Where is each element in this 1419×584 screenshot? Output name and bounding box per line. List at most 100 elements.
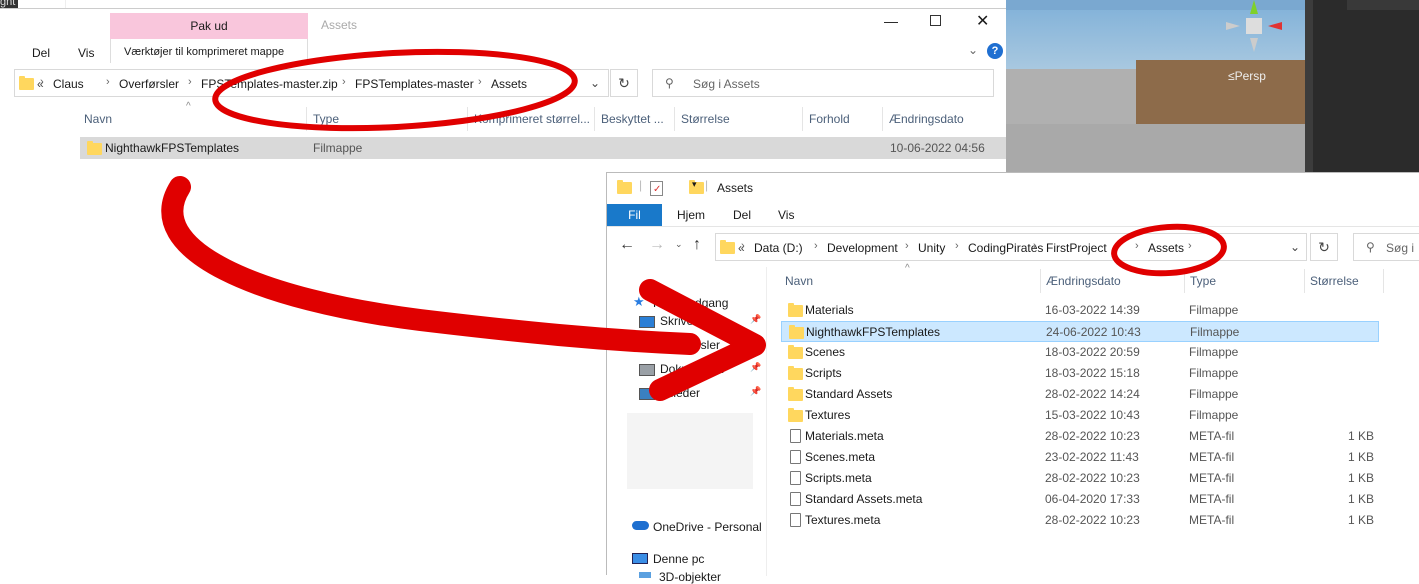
column-header[interactable]: Beskyttet ...	[601, 112, 664, 126]
table-row[interactable]: Materials.meta 28-02-2022 10:23 META-fil 1 …	[781, 426, 1379, 447]
breadcrumb-item[interactable]: Data (D:)	[754, 241, 803, 255]
minimize-button[interactable]: —	[884, 13, 898, 29]
column-header[interactable]: Navn	[785, 274, 813, 288]
nav-quick-access[interactable]: Hurtig adgang	[653, 296, 728, 310]
chevron-right-icon: ›	[1135, 240, 1139, 252]
chevron-down-icon[interactable]: ⌄	[968, 43, 978, 57]
persp-label[interactable]: ≤Persp	[1228, 69, 1266, 83]
file-type: Filmappe	[1189, 345, 1239, 359]
address-bar[interactable]: « Data (D:) › Development › Unity › CodingPira…	[715, 233, 1307, 261]
close-button[interactable]: ✕	[976, 11, 989, 31]
file-name: NighthawkFPSTemplates	[806, 325, 941, 339]
up-arrow-icon[interactable]: ↑	[693, 236, 701, 254]
nav-item[interactable]: Overførsler	[660, 338, 720, 352]
tab-hjem[interactable]: Hjem	[677, 208, 705, 222]
table-row[interactable]: Scenes 18-03-2022 20:59 Filmappe	[781, 342, 1379, 363]
chevron-right-icon: ›	[905, 240, 909, 252]
maximize-button[interactable]	[930, 15, 941, 26]
nav-this-pc[interactable]: Denne pc	[653, 552, 704, 566]
window-title: Assets	[321, 18, 358, 32]
tab-vis[interactable]: Vis	[778, 208, 794, 222]
table-row[interactable]: Materials 16-03-2022 14:39 Filmappe	[781, 300, 1379, 321]
column-header[interactable]: Navn	[84, 112, 112, 126]
window-title: Assets	[717, 181, 754, 195]
chevron-down-icon[interactable]: ⌄	[1290, 240, 1300, 254]
refresh-button[interactable]: ↻	[1310, 233, 1338, 261]
chevron-right-icon: ›	[342, 76, 346, 88]
quick-access-dropdown-icon[interactable]: ▾	[692, 179, 697, 190]
table-row[interactable]: Standard Assets 28-02-2022 14:24 Filmappe	[781, 384, 1379, 405]
chevron-down-icon[interactable]: ⌄	[590, 76, 600, 90]
extract-tab[interactable]: Pak ud	[110, 13, 308, 39]
search-input[interactable]: ⚲ Søg i Assets	[652, 69, 994, 97]
nav-3d-objects[interactable]: 3D-objekter	[659, 570, 721, 584]
ribbon-tool-label[interactable]: Værktøjer til komprimeret mappe	[124, 46, 284, 58]
menu-vis[interactable]: Vis	[78, 46, 94, 60]
file-type: Filmappe	[1189, 387, 1239, 401]
file-size: 1 KB	[1347, 492, 1374, 506]
location-icon	[639, 316, 655, 328]
breadcrumb-item[interactable]: Overførsler	[119, 77, 179, 91]
tab-del[interactable]: Del	[733, 208, 751, 222]
column-header[interactable]: Forhold	[809, 112, 850, 126]
scene-gizmo[interactable]	[1224, 0, 1284, 52]
breadcrumb-item[interactable]: FirstProject	[1046, 241, 1107, 255]
column-header[interactable]: Størrelse	[1310, 274, 1359, 288]
column-header[interactable]: Størrelse	[681, 112, 730, 126]
file-icon	[790, 450, 801, 464]
table-row[interactable]: Textures.meta 28-02-2022 10:23 META-fil 1 K…	[781, 510, 1379, 531]
unity-dark-panel	[1305, 0, 1419, 172]
table-row[interactable]: NighthawkFPSTemplates 24-06-2022 10:43 Fil…	[781, 321, 1379, 342]
chevron-right-icon: ›	[814, 240, 818, 252]
file-size: 1 KB	[1347, 471, 1374, 485]
unity-scene-view[interactable]: ≤Persp	[1006, 0, 1305, 172]
file-name: Textures	[805, 408, 851, 422]
address-bar[interactable]: « Claus › Overførsler › FPSTemplates-master.…	[14, 69, 609, 97]
menu-del[interactable]: Del	[32, 46, 50, 60]
help-icon[interactable]: ?	[987, 43, 1003, 59]
column-header[interactable]: Komprimeret størrel...	[474, 112, 590, 126]
back-arrow-icon[interactable]: ←	[619, 236, 635, 254]
location-icon	[639, 340, 655, 352]
file-icon	[790, 471, 801, 485]
navigation-pane: ★ Hurtig adgang Skrivebord 📌 Overførsler 📌 D…	[607, 267, 767, 584]
file-date: 28-02-2022 10:23	[1045, 471, 1140, 485]
table-row[interactable]: Scenes.meta 23-02-2022 11:43 META-fil 1 KB	[781, 447, 1379, 468]
breadcrumb-item[interactable]: FPSTemplates-master	[355, 77, 474, 91]
breadcrumb-item[interactable]: Claus	[53, 77, 84, 91]
properties-icon[interactable]: ✓	[650, 181, 663, 196]
breadcrumb-item[interactable]: Development	[827, 241, 898, 255]
table-row[interactable]: Scripts 18-03-2022 15:18 Filmappe	[781, 363, 1379, 384]
column-header[interactable]: Ændringsdato	[889, 112, 964, 126]
chevron-right-icon: ›	[1188, 240, 1192, 252]
folder-icon	[720, 240, 735, 254]
forward-arrow-icon[interactable]: →	[649, 236, 665, 254]
table-row[interactable]: Standard Assets.meta 06-04-2020 17:33 META…	[781, 489, 1379, 510]
column-header[interactable]: Ændringsdato	[1046, 274, 1121, 288]
star-icon: ★	[633, 294, 645, 309]
recent-dropdown-icon[interactable]: ⌄	[675, 239, 683, 250]
file-date: 28-02-2022 14:24	[1045, 387, 1140, 401]
file-name: Scenes	[805, 345, 846, 359]
chevron-right-icon: ›	[188, 76, 192, 88]
table-row[interactable]: NighthawkFPSTemplates Filmappe 10-06-202…	[80, 137, 1006, 159]
breadcrumb-item[interactable]: Unity	[918, 241, 945, 255]
nav-item[interactable]: Billeder	[660, 386, 700, 400]
file-type: META-fil	[1189, 513, 1235, 527]
table-row[interactable]: Scripts.meta 28-02-2022 10:23 META-fil 1 KB	[781, 468, 1379, 489]
search-input[interactable]: ⚲ Søg i	[1353, 233, 1419, 261]
file-icon	[790, 492, 801, 506]
breadcrumb-item[interactable]: Assets	[1148, 241, 1184, 255]
nav-item[interactable]: Skrivebord	[660, 314, 717, 328]
breadcrumb-item[interactable]: Assets	[491, 77, 527, 91]
nav-onedrive[interactable]: OneDrive - Personal	[653, 520, 762, 534]
breadcrumb-item[interactable]: FPSTemplates-master.zip	[201, 77, 338, 91]
column-header[interactable]: Type	[1190, 274, 1216, 288]
table-row[interactable]: Textures 15-03-2022 10:43 Filmappe	[781, 405, 1379, 426]
pin-icon: 📌	[750, 386, 762, 396]
refresh-button[interactable]: ↻	[610, 69, 638, 97]
folder-icon	[788, 387, 803, 401]
nav-item[interactable]: Dokumenter	[660, 362, 725, 376]
tab-fil[interactable]: Fil	[607, 204, 662, 226]
column-header[interactable]: Type	[313, 112, 339, 126]
